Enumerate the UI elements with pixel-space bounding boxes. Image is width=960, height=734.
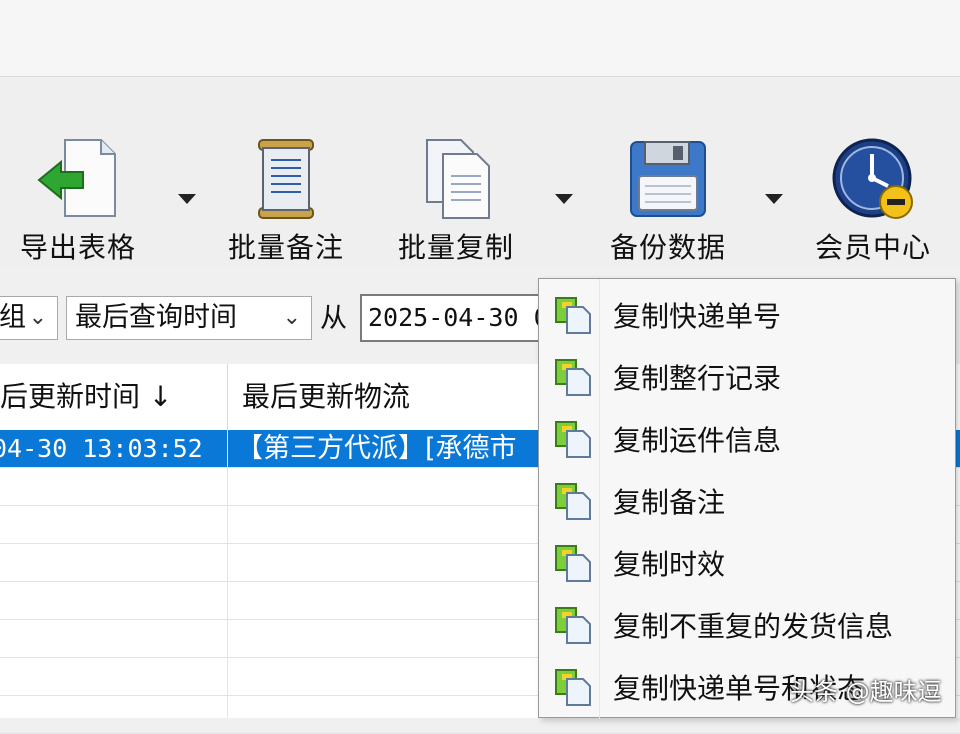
column-divider[interactable]	[227, 364, 228, 430]
export-dropdown-arrow[interactable]	[178, 194, 196, 204]
batch-copy-dropdown-arrow[interactable]	[555, 194, 573, 204]
watermark: 头条 @趣味逗	[790, 678, 942, 706]
cell-last-logistics: 【第三方代派】[承德市	[236, 433, 517, 464]
time-field-combo[interactable]: 最后查询时间 ⌄	[66, 296, 312, 340]
member-center-label: 会员中心	[815, 231, 932, 264]
time-field-combo-value: 最后查询时间	[75, 302, 237, 333]
copy-icon	[555, 669, 591, 706]
title-area	[0, 0, 960, 76]
menu-item-label: 复制快递单号	[613, 300, 782, 333]
copy-pages-icon	[413, 136, 499, 222]
copy-context-menu: 复制快递单号 复制整行记录 复制运件信息 复制备注 复制时效 复制不重复的发货信…	[538, 278, 956, 719]
menu-item-label: 复制备注	[613, 486, 726, 519]
group-combo-value: 组	[0, 302, 26, 333]
column-gridline	[227, 430, 228, 718]
menu-item-label: 复制时效	[613, 548, 726, 581]
copy-icon	[555, 359, 591, 396]
batch-note-label: 批量备注	[228, 231, 345, 264]
copy-icon	[555, 607, 591, 644]
backup-data-button[interactable]: 备份数据	[610, 136, 726, 286]
from-label: 从	[320, 303, 347, 334]
menu-item-copy-shipment-info[interactable]: 复制运件信息	[539, 409, 955, 469]
menu-item-copy-note[interactable]: 复制备注	[539, 471, 955, 531]
member-center-button[interactable]: 会员中心	[815, 136, 931, 286]
chevron-down-icon: ⌄	[28, 305, 47, 330]
menu-item-copy-full-row[interactable]: 复制整行记录	[539, 347, 955, 407]
copy-icon	[555, 297, 591, 334]
export-table-button[interactable]: 导出表格	[20, 136, 136, 286]
column-header-last-logistics[interactable]: 最后更新物流	[242, 364, 542, 430]
menu-item-copy-timeliness[interactable]: 复制时效	[539, 533, 955, 593]
clock-icon	[830, 136, 916, 222]
copy-icon	[555, 545, 591, 582]
menu-item-label: 复制运件信息	[613, 424, 782, 457]
chevron-down-icon: ⌄	[282, 305, 301, 330]
batch-copy-label: 批量复制	[398, 231, 515, 264]
toolbar: 导出表格 批量备注 批量复制 备份数据 会员中心	[0, 78, 960, 268]
backup-dropdown-arrow[interactable]	[765, 194, 783, 204]
menu-item-label: 复制不重复的发货信息	[613, 610, 894, 643]
menu-item-copy-tracking-number[interactable]: 复制快递单号	[539, 285, 955, 345]
floppy-disk-icon	[625, 136, 711, 222]
group-combo[interactable]: 组 ⌄	[0, 296, 58, 340]
copy-icon	[555, 421, 591, 458]
cell-update-time: 04-30 13:03:52	[0, 434, 203, 463]
menu-item-label: 复制整行记录	[613, 362, 782, 395]
backup-data-label: 备份数据	[610, 231, 727, 264]
export-table-label: 导出表格	[20, 231, 137, 264]
batch-note-button[interactable]: 批量备注	[228, 136, 344, 286]
scroll-note-icon	[243, 136, 329, 222]
batch-copy-button[interactable]: 批量复制	[398, 136, 514, 286]
divider	[0, 76, 960, 77]
date-from-input[interactable]: 2025-04-30 0	[360, 294, 560, 342]
column-header-update-time[interactable]: 后更新时间 ↓	[0, 364, 226, 430]
menu-item-copy-unique-shipping-info[interactable]: 复制不重复的发货信息	[539, 595, 955, 655]
export-table-icon	[35, 136, 121, 222]
copy-icon	[555, 483, 591, 520]
